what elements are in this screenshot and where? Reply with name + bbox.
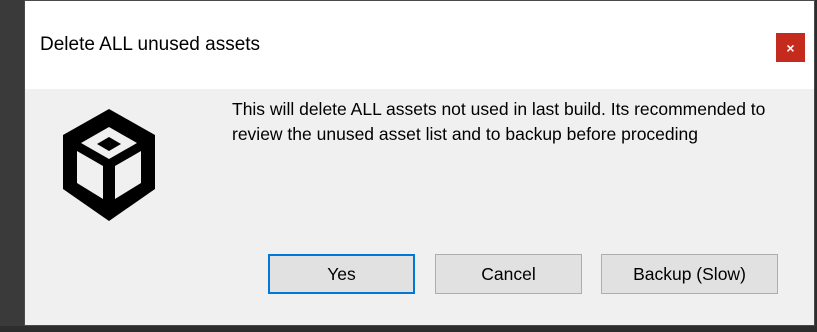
cancel-button-label: Cancel	[481, 263, 536, 284]
dialog-window: Delete ALL unused assets × This will del…	[24, 0, 815, 326]
backup-button[interactable]: Backup (Slow)	[601, 254, 778, 294]
backup-button-label: Backup (Slow)	[633, 263, 746, 284]
yes-button[interactable]: Yes	[268, 254, 415, 294]
unity-logo-icon	[63, 109, 155, 221]
dialog-message: This will delete ALL assets not used in …	[232, 99, 766, 144]
cancel-button[interactable]: Cancel	[435, 254, 582, 294]
yes-button-label: Yes	[327, 263, 356, 284]
close-icon: ×	[786, 39, 795, 56]
background-edge	[0, 0, 24, 332]
title-bar[interactable]: Delete ALL unused assets ×	[25, 1, 814, 89]
close-button[interactable]: ×	[776, 33, 805, 62]
window-title: Delete ALL unused assets	[40, 34, 261, 55]
background-edge-bottom	[0, 326, 817, 332]
dialog-content: This will delete ALL assets not used in …	[25, 89, 814, 325]
